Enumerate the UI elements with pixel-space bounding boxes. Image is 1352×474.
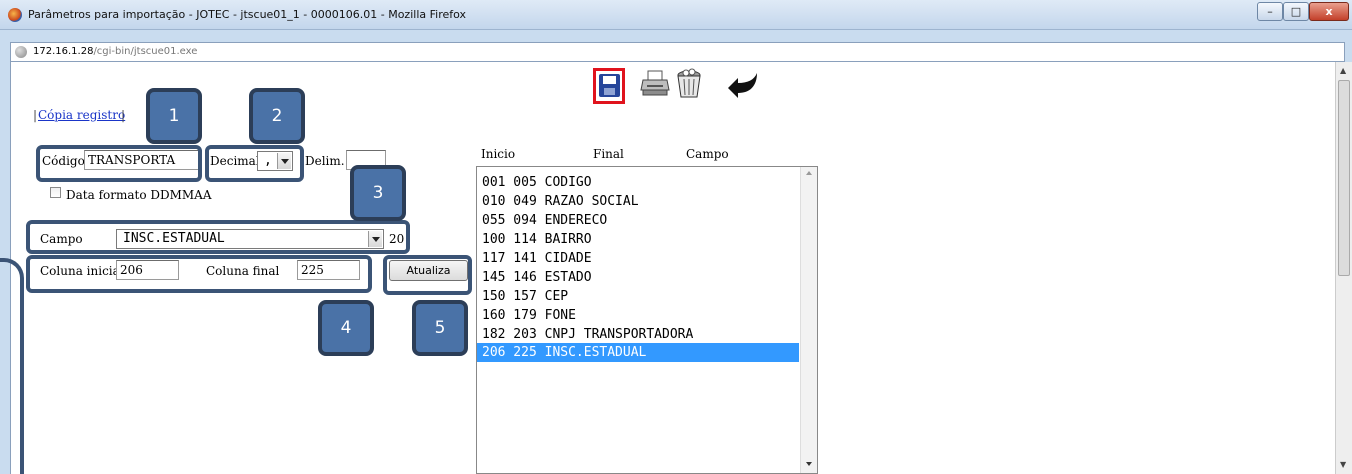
scroll-up-arrow-icon[interactable]: ▲ [1340, 66, 1346, 75]
highlight-frame-colunas [26, 255, 372, 293]
window-title: Parâmetros para importação - JOTEC - jts… [28, 8, 467, 21]
trash-icon [677, 68, 701, 98]
listbox-scrollbar[interactable] [800, 167, 817, 473]
save-icon [599, 74, 620, 97]
separator-left: | [33, 108, 38, 122]
callout-2: 2 [249, 88, 305, 144]
window-titlebar: Parâmetros para importação - JOTEC - jts… [0, 0, 1352, 30]
close-button[interactable]: x [1309, 2, 1349, 21]
list-item-selected[interactable]: 206 225 INSC.ESTADUAL [477, 343, 799, 362]
list-item[interactable]: 001 005 CODIGO [477, 173, 799, 192]
header-campo: Campo [686, 147, 729, 161]
scroll-up-icon[interactable] [806, 171, 812, 175]
list-item[interactable]: 055 094 ENDERECO [477, 211, 799, 230]
url-host: 172.16.1.28 [33, 46, 94, 57]
decorative-frame-edge [0, 258, 24, 474]
page-scrollbar[interactable]: ▲ ▼ [1335, 62, 1352, 474]
list-item[interactable]: 182 203 CNPJ TRANSPORTADORA [477, 325, 799, 344]
firefox-icon [8, 8, 22, 22]
date-format-checkbox[interactable] [50, 187, 61, 198]
url-path: /cgi-bin/jtscue01.exe [93, 46, 198, 57]
delim-label: Delim. [305, 154, 345, 168]
highlight-frame-atualiza [383, 255, 472, 295]
date-format-label: Data formato DDMMAA [66, 188, 212, 202]
highlight-frame-decimal [205, 145, 304, 182]
globe-icon [15, 46, 27, 58]
header-final: Final [593, 147, 624, 161]
highlight-frame-campo [26, 220, 410, 254]
scroll-down-icon[interactable] [806, 462, 812, 466]
header-inicio: Inicio [481, 147, 516, 161]
list-item[interactable]: 100 114 BAIRRO [477, 230, 799, 249]
url-text: 172.16.1.28/cgi-bin/jtscue01.exe [33, 46, 197, 57]
maximize-button[interactable]: □ [1283, 2, 1309, 21]
print-button[interactable] [640, 68, 672, 104]
separator-right: | [121, 108, 126, 122]
back-button[interactable] [726, 68, 758, 104]
copy-record-link[interactable]: Cópia registro [38, 108, 125, 122]
highlight-frame-codigo [36, 145, 202, 182]
scroll-down-arrow-icon[interactable]: ▼ [1340, 460, 1346, 469]
list-item[interactable]: 010 049 RAZAO SOCIAL [477, 192, 799, 211]
callout-3: 3 [350, 165, 406, 221]
page-scrollbar-thumb[interactable] [1338, 80, 1350, 276]
list-item[interactable]: 145 146 ESTADO [477, 268, 799, 287]
fields-listbox[interactable]: 001 005 CODIGO 010 049 RAZAO SOCIAL 055 … [476, 166, 818, 474]
minimize-button[interactable]: – [1257, 2, 1283, 21]
delete-button[interactable] [674, 68, 706, 104]
callout-5: 5 [412, 300, 468, 356]
callout-1: 1 [146, 88, 202, 144]
back-arrow-icon [728, 73, 757, 98]
list-item[interactable]: 150 157 CEP [477, 287, 799, 306]
address-bar[interactable]: 172.16.1.28/cgi-bin/jtscue01.exe [10, 42, 1345, 62]
list-item[interactable]: 117 141 CIDADE [477, 249, 799, 268]
list-item[interactable]: 160 179 FONE [477, 306, 799, 325]
print-icon [640, 70, 670, 96]
save-button[interactable] [593, 68, 625, 104]
callout-4: 4 [318, 300, 374, 356]
